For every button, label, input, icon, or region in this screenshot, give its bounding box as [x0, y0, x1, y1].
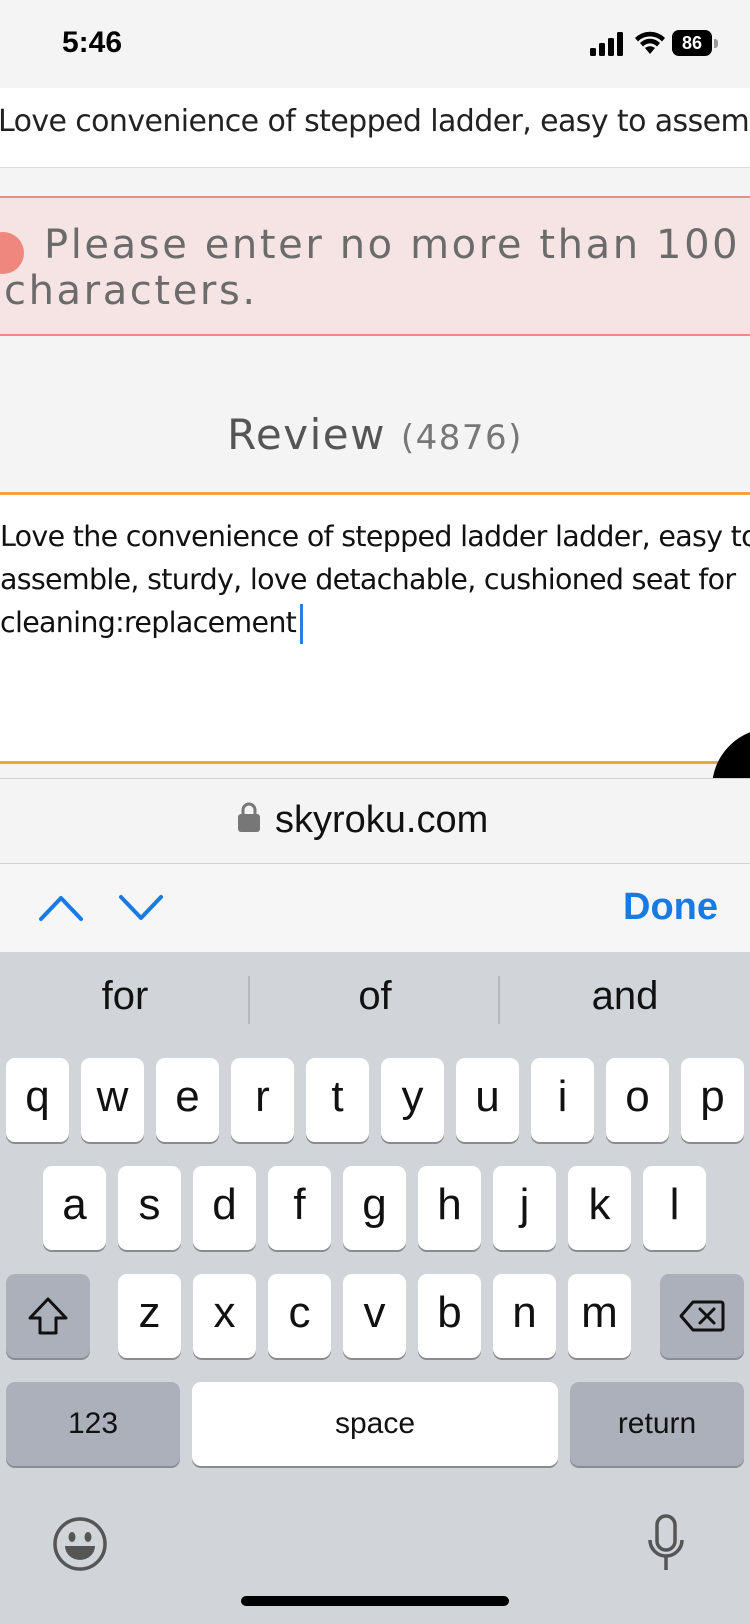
suggestion-2[interactable]: of [250, 974, 500, 1019]
backspace-icon [679, 1300, 725, 1332]
key-e[interactable]: e [156, 1058, 219, 1142]
key-m[interactable]: m [568, 1274, 631, 1358]
web-page: Love convenience of stepped ladder, easy… [0, 88, 750, 778]
key-a[interactable]: a [43, 1166, 106, 1250]
url-bar[interactable]: skyroku.com [0, 778, 750, 864]
key-u[interactable]: u [456, 1058, 519, 1142]
url-domain: skyroku.com [275, 799, 489, 841]
key-t[interactable]: t [306, 1058, 369, 1142]
battery-level: 86 [672, 30, 712, 56]
key-s[interactable]: s [118, 1166, 181, 1250]
lock-icon [238, 802, 260, 832]
form-accessory-bar: Done [0, 864, 750, 952]
error-message: Please enter no more than 100 characters… [4, 222, 741, 314]
review-text: Love the convenience of stepped ladder l… [0, 515, 750, 644]
key-h[interactable]: h [418, 1166, 481, 1250]
key-o[interactable]: o [606, 1058, 669, 1142]
home-indicator[interactable] [241, 1596, 509, 1606]
error-banner: Please enter no more than 100 characters… [0, 196, 750, 336]
key-w[interactable]: w [81, 1058, 144, 1142]
chevron-down-icon[interactable] [118, 894, 164, 922]
key-p[interactable]: p [681, 1058, 744, 1142]
status-time: 5:46 [62, 26, 123, 59]
key-y[interactable]: y [381, 1058, 444, 1142]
key-r[interactable]: r [231, 1058, 294, 1142]
chevron-up-icon[interactable] [38, 894, 84, 922]
emoji-icon[interactable] [52, 1516, 108, 1572]
suggestion-1[interactable]: for [0, 974, 250, 1019]
space-key[interactable]: space [192, 1382, 558, 1466]
key-n[interactable]: n [493, 1274, 556, 1358]
key-i[interactable]: i [531, 1058, 594, 1142]
key-l[interactable]: l [643, 1166, 706, 1250]
keyboard: for of and q w e r t y u i o p a s d f g… [0, 952, 750, 1624]
review-label: Review (4876) [227, 410, 523, 459]
key-b[interactable]: b [418, 1274, 481, 1358]
shift-icon [28, 1297, 68, 1335]
key-f[interactable]: f [268, 1166, 331, 1250]
status-bar: 5:46 86 [0, 0, 750, 88]
microphone-icon[interactable] [646, 1514, 686, 1574]
done-button[interactable]: Done [623, 886, 718, 929]
numbers-key[interactable]: 123 [6, 1382, 180, 1466]
key-k[interactable]: k [568, 1166, 631, 1250]
suggestion-3[interactable]: and [500, 974, 750, 1019]
text-cursor [300, 604, 304, 644]
key-v[interactable]: v [343, 1274, 406, 1358]
review-title-input[interactable]: Love convenience of stepped ladder, easy… [0, 88, 750, 168]
key-z[interactable]: z [118, 1274, 181, 1358]
return-key[interactable]: return [570, 1382, 744, 1466]
key-g[interactable]: g [343, 1166, 406, 1250]
key-d[interactable]: d [193, 1166, 256, 1250]
key-q[interactable]: q [6, 1058, 69, 1142]
review-title-value: Love convenience of stepped ladder, easy… [0, 104, 750, 139]
shift-key[interactable] [6, 1274, 90, 1358]
key-x[interactable]: x [193, 1274, 256, 1358]
wifi-icon [635, 31, 665, 54]
battery-icon: 86 [672, 30, 720, 56]
review-char-count: (4876) [400, 418, 523, 458]
cellular-signal-icon [590, 32, 623, 56]
delete-key[interactable] [660, 1274, 744, 1358]
key-c[interactable]: c [268, 1274, 331, 1358]
review-textarea[interactable]: Love the convenience of stepped ladder l… [0, 492, 750, 764]
key-j[interactable]: j [493, 1166, 556, 1250]
